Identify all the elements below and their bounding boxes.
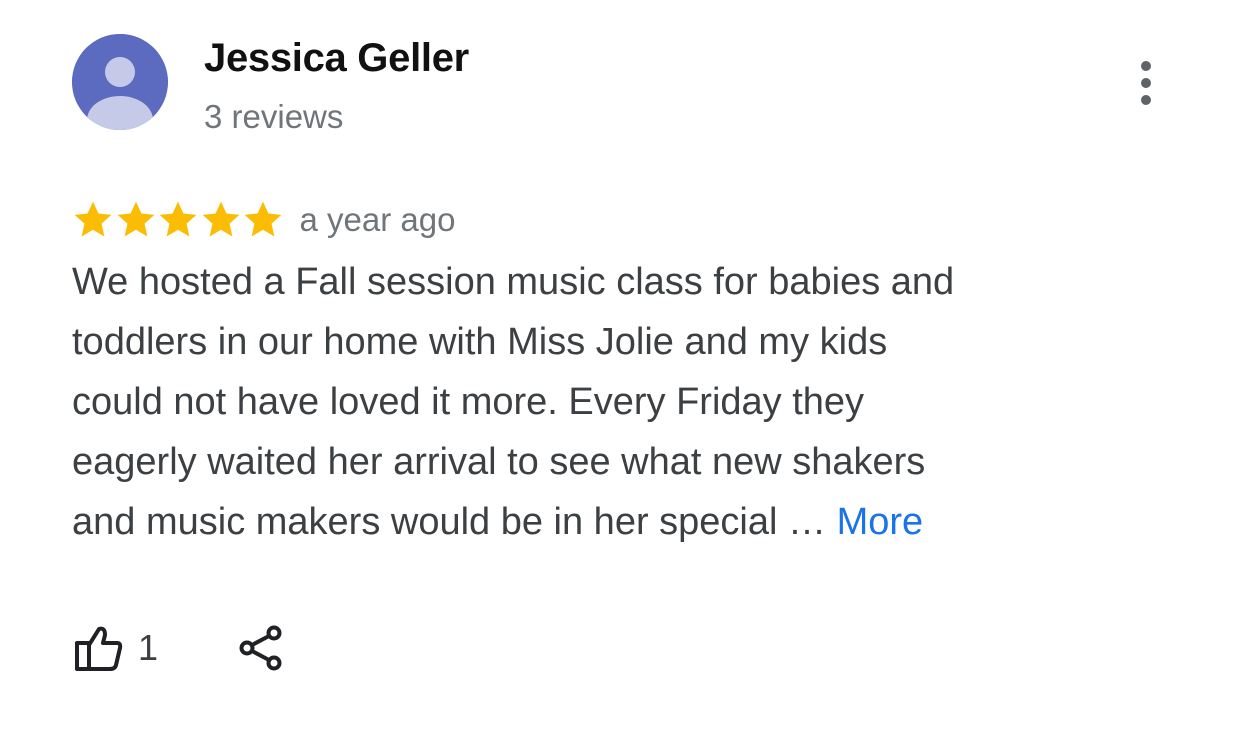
more-options-button[interactable]	[1124, 56, 1168, 112]
like-button[interactable]: 1	[72, 623, 158, 673]
review-text-line: and music makers would be in her special…	[72, 501, 837, 543]
star-icon	[202, 201, 239, 237]
star-icon	[117, 201, 154, 237]
share-icon	[239, 625, 282, 671]
star-rating	[72, 194, 285, 246]
author-review-count[interactable]: 3 reviews	[204, 98, 343, 136]
star-icon	[244, 201, 282, 237]
review-actions: 1	[72, 616, 284, 680]
like-count: 1	[138, 627, 159, 668]
review-text-last-line: and music makers would be in her special…	[72, 492, 1072, 552]
thumbs-up-icon	[75, 626, 123, 671]
person-icon	[72, 34, 168, 130]
more-vertical-icon	[1141, 61, 1151, 105]
review-text-line: eagerly waited her arrival to see what n…	[72, 441, 926, 483]
review-text-line: We hosted a Fall session music class for…	[72, 261, 955, 303]
review-text-line: toddlers in our home with Miss Jolie and…	[72, 321, 888, 363]
review-date: a year ago	[299, 201, 456, 238]
share-button[interactable]	[238, 624, 284, 672]
rating-row: a year ago	[72, 194, 455, 246]
more-link[interactable]: More	[837, 501, 924, 543]
review-card: Jessica Geller 3 reviews a year ago We h…	[0, 0, 1242, 736]
review-text: We hosted a Fall session music class for…	[72, 252, 1072, 552]
author-name[interactable]: Jessica Geller	[204, 36, 469, 81]
author-avatar[interactable]	[72, 34, 168, 130]
star-icon	[159, 201, 197, 237]
star-icon	[74, 201, 112, 237]
review-text-line: could not have loved it more. Every Frid…	[72, 381, 865, 423]
